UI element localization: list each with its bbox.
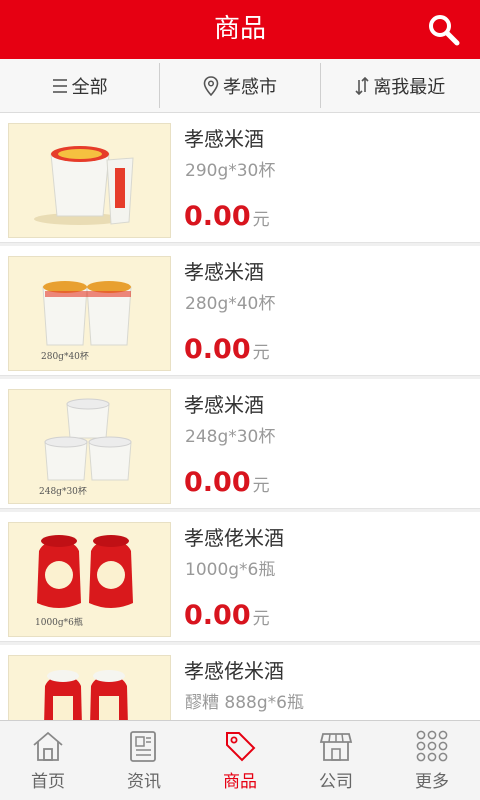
tab-more-label: 更多 [415,772,449,792]
product-name: 孝感米酒 [184,127,264,151]
thumbnail-caption: 248g*30杯 [39,487,87,497]
sort-icon [355,76,369,95]
filter-location[interactable]: 孝感市 [160,63,321,108]
search-button[interactable] [426,12,462,48]
price-unit: 元 [252,609,270,629]
filter-category-label: 全部 [71,76,108,98]
product-thumbnail [8,123,171,238]
product-spec: 290g*30杯 [185,161,276,181]
product-thumbnail: 280g*40杯 [8,256,171,371]
tab-home-label: 首页 [31,772,65,792]
product-name: 孝感米酒 [184,393,264,417]
news-icon [130,731,156,762]
product-item[interactable]: 孝感米酒 290g*30杯 0.00 元 [0,113,480,243]
filter-sort[interactable]: 离我最近 [321,63,480,108]
price-unit: 元 [252,210,270,230]
tab-news-label: 资讯 [127,772,161,792]
tab-company[interactable]: 公司 [288,721,384,800]
product-price: 0.00 元 [184,600,270,631]
product-price: 0.00 元 [184,467,270,498]
price-unit: 元 [252,343,270,363]
product-thumbnail [8,655,171,720]
price-value: 0.00 [184,334,251,365]
product-spec: 1000g*6瓶 [185,560,276,580]
product-name: 孝感佬米酒 [184,659,284,683]
product-item[interactable]: 280g*40杯 孝感米酒 280g*40杯 0.00 元 [0,246,480,376]
tab-products[interactable]: 商品 [192,721,288,800]
store-icon [319,733,353,761]
search-icon [429,15,460,46]
grid-dots-icon [416,730,448,762]
tab-more[interactable]: 更多 [384,721,480,800]
thumbnail-caption: 280g*40杯 [41,352,89,362]
product-thumbnail: 1000g*6瓶 [8,522,171,637]
home-icon [33,731,63,761]
price-unit: 元 [252,476,270,496]
filter-bar: 全部 孝感市 离我最近 [0,59,480,113]
price-value: 0.00 [184,600,251,631]
product-name: 孝感佬米酒 [184,526,284,550]
tag-icon [226,732,256,762]
product-item[interactable]: 孝感佬米酒 醪糟 888g*6瓶 [0,645,480,720]
app-header: 商品 [0,0,480,59]
product-spec: 280g*40杯 [185,294,276,314]
product-item[interactable]: 248g*30杯 孝感米酒 248g*30杯 0.00 元 [0,379,480,509]
filter-category[interactable]: 全部 [0,63,161,108]
tab-products-label: 商品 [223,772,257,792]
product-thumbnail: 248g*30杯 [8,389,171,504]
price-value: 0.00 [184,467,251,498]
product-name: 孝感米酒 [184,260,264,284]
tab-company-label: 公司 [319,772,353,792]
filter-sort-label: 离我最近 [373,76,446,98]
product-spec: 248g*30杯 [185,427,276,447]
product-list[interactable]: 孝感米酒 290g*30杯 0.00 元 280g*40杯 孝感米酒 280g*4… [0,113,480,720]
page-title: 商品 [213,14,266,44]
product-price: 0.00 元 [184,201,270,232]
product-item[interactable]: 1000g*6瓶 孝感佬米酒 1000g*6瓶 0.00 元 [0,512,480,642]
tab-home[interactable]: 首页 [0,721,96,800]
price-value: 0.00 [184,201,251,232]
filter-location-label: 孝感市 [222,76,277,98]
menu-icon [52,78,67,93]
bottom-tab-bar: 首页 资讯 商品 公司 更多 [0,720,480,800]
tab-news[interactable]: 资讯 [96,721,192,800]
thumbnail-caption: 1000g*6瓶 [35,618,83,628]
product-price: 0.00 元 [184,334,270,365]
product-spec: 醪糟 888g*6瓶 [185,693,304,713]
location-pin-icon [203,75,219,96]
